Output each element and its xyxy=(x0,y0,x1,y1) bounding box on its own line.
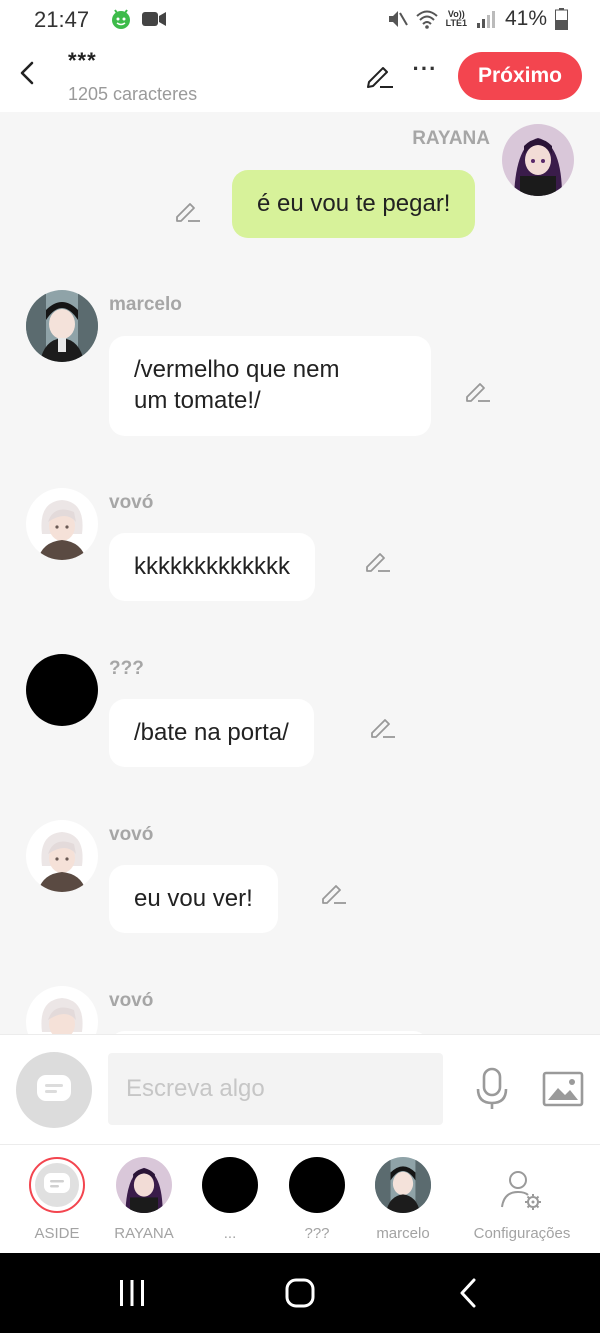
sender-name: vovó xyxy=(109,492,154,513)
aside-toggle-button[interactable] xyxy=(16,1052,92,1128)
dots-avatar xyxy=(202,1157,258,1213)
battery-icon xyxy=(555,8,568,30)
user-settings-icon xyxy=(501,1171,541,1210)
status-time: 21:47 xyxy=(34,7,90,32)
marcelo-portrait-icon xyxy=(375,1157,431,1213)
next-button[interactable]: Próximo xyxy=(458,52,582,100)
vovo-portrait-icon xyxy=(26,820,98,892)
marcelo-portrait-icon xyxy=(26,290,98,362)
sender-name: marcelo xyxy=(109,294,182,315)
message-bubble[interactable]: é eu vou te pegar! xyxy=(232,170,476,238)
message-row: ??? /bate na porta/ xyxy=(0,654,600,774)
avatar-vovo[interactable] xyxy=(26,986,98,1034)
message-bubble[interactable]: /bate na porta/ xyxy=(109,699,314,767)
mute-icon xyxy=(388,11,408,27)
marcelo-avatar xyxy=(375,1157,431,1213)
pencil-icon[interactable] xyxy=(364,60,394,90)
vovo-portrait-icon xyxy=(26,986,98,1034)
aside-avatar xyxy=(29,1157,85,1213)
status-bar: 21:47 Vo)) LTE1 41% xyxy=(0,0,600,40)
sender-name: vovó xyxy=(109,990,154,1011)
signal-icon xyxy=(476,11,495,28)
message-bubble[interactable]: eu vou ver! xyxy=(109,865,278,933)
message-row: vovó xyxy=(0,986,600,1034)
home-icon[interactable] xyxy=(284,1277,316,1309)
sender-name: vovó xyxy=(109,824,154,845)
more-options-button[interactable]: ··· xyxy=(412,58,438,88)
pencil-icon[interactable] xyxy=(464,376,492,404)
sender-name: ??? xyxy=(109,658,144,679)
chat-bubble-icon xyxy=(44,1173,70,1193)
message-bubble[interactable]: /vermelho que nem um tomate!/ xyxy=(109,336,431,436)
character-count: 1205 caracteres xyxy=(68,84,198,104)
vovo-portrait-icon xyxy=(26,488,98,560)
wifi-icon xyxy=(415,10,438,29)
tab-label: Configurações xyxy=(473,1225,571,1242)
unknown-avatar xyxy=(289,1157,345,1213)
pencil-icon[interactable] xyxy=(174,196,202,224)
microphone-icon[interactable] xyxy=(474,1067,510,1111)
message-row: marcelo /vermelho que nem um tomate!/ xyxy=(0,290,600,440)
back-arrow-icon[interactable] xyxy=(12,56,42,90)
story-title[interactable]: *** xyxy=(68,48,97,74)
message-input[interactable] xyxy=(108,1053,443,1125)
avatar-vovo[interactable] xyxy=(26,488,98,560)
character-tabs: ASIDE RAYANA ... ??? marcelo Configuraçõ… xyxy=(0,1144,600,1253)
avatar-marcelo[interactable] xyxy=(26,290,98,362)
video-icon xyxy=(142,12,166,26)
message-row: vovó eu vou ver! xyxy=(0,820,600,940)
tab-settings[interactable]: Configurações xyxy=(474,1145,570,1254)
compose-bar xyxy=(0,1034,600,1144)
sender-name: RAYANA xyxy=(412,128,490,149)
pencil-icon[interactable] xyxy=(369,712,397,740)
message-row: RAYANA é eu vou te pegar! xyxy=(0,124,600,254)
message-bubble[interactable]: kkkkkkkkkkkkk xyxy=(109,533,315,601)
network-label: LTE1 xyxy=(445,18,467,28)
android-face-icon xyxy=(112,9,130,29)
image-icon[interactable] xyxy=(542,1071,584,1107)
message-row: vovó kkkkkkkkkkkkk xyxy=(0,488,600,608)
rayana-portrait-icon xyxy=(502,124,574,196)
recent-apps-icon[interactable] xyxy=(116,1279,148,1307)
chat-bubble-icon xyxy=(37,1075,71,1101)
pencil-icon[interactable] xyxy=(320,878,348,906)
pencil-icon[interactable] xyxy=(364,546,392,574)
battery-percent: 41% xyxy=(504,7,547,30)
tab-label: marcelo xyxy=(376,1225,430,1242)
back-icon[interactable] xyxy=(455,1277,481,1309)
system-nav-bar xyxy=(0,1253,600,1333)
app-header: *** 1205 caracteres ··· Próximo xyxy=(0,40,600,112)
tab-marcelo[interactable]: marcelo xyxy=(358,1145,448,1254)
avatar-unknown[interactable] xyxy=(26,654,98,726)
rayana-avatar xyxy=(116,1157,172,1213)
rayana-portrait-icon xyxy=(116,1157,172,1213)
avatar-rayana[interactable] xyxy=(502,124,574,196)
chat-area[interactable]: RAYANA é eu vou te pegar! marcelo /verme… xyxy=(0,112,600,1034)
avatar-vovo[interactable] xyxy=(26,820,98,892)
